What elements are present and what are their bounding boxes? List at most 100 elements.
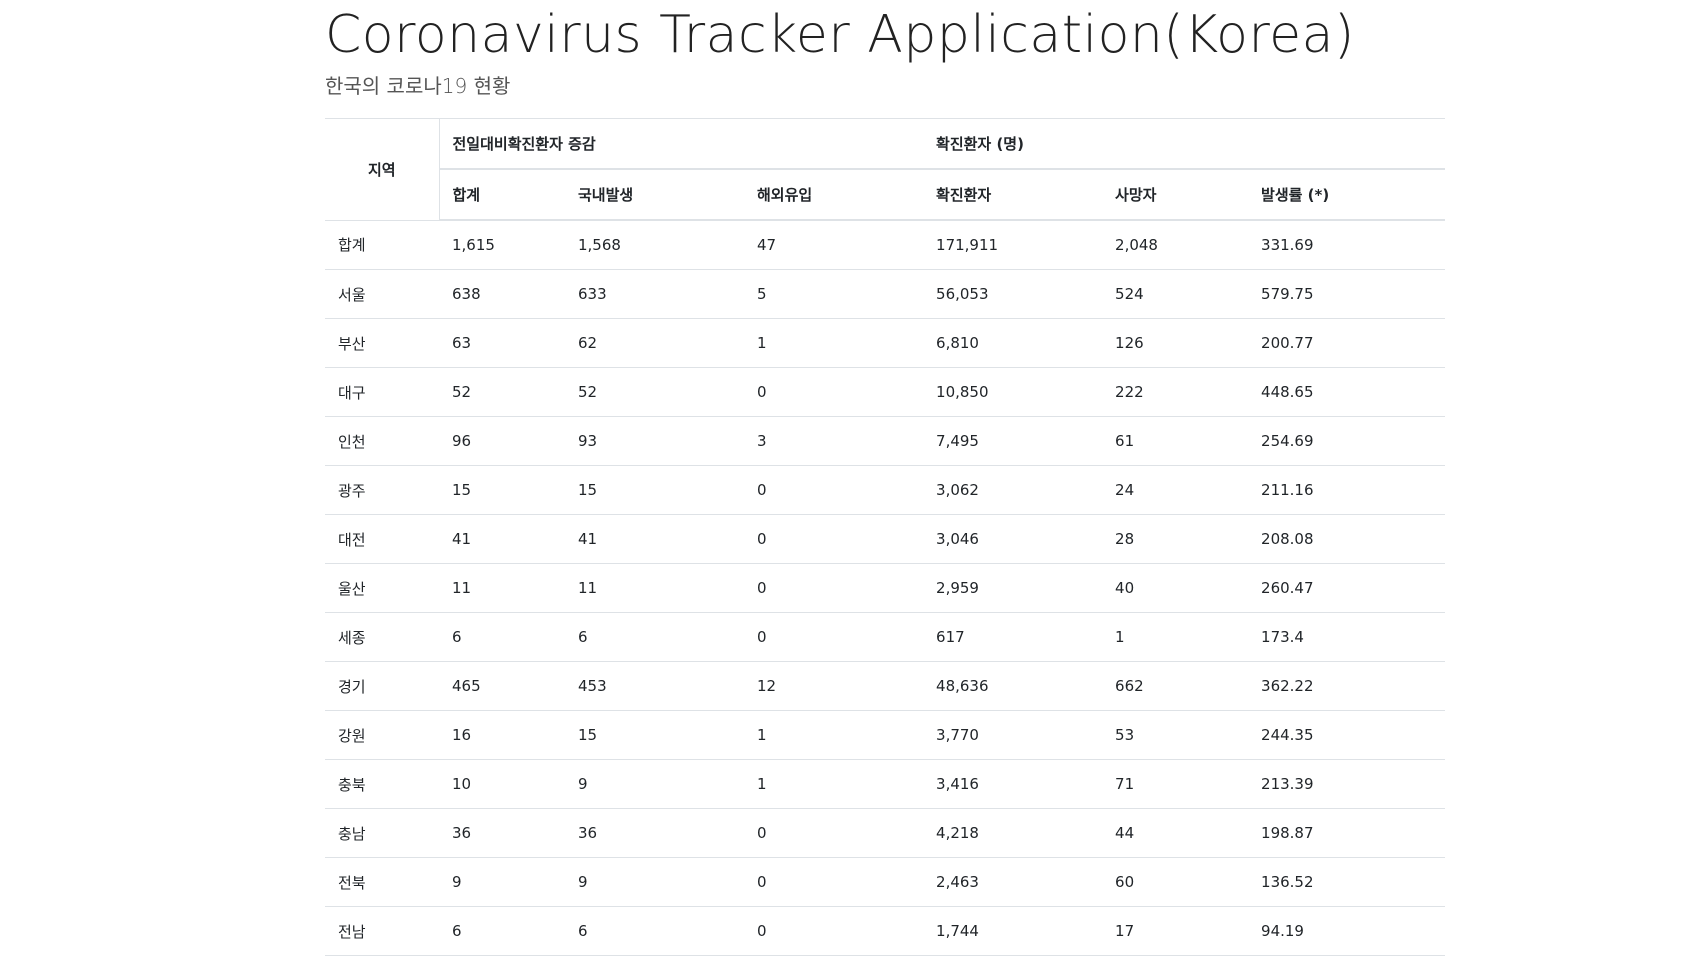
cell-confirmed: 2,463 bbox=[923, 857, 1103, 907]
covid-stats-table: 지역 전일대비확진환자 증감 확진환자 (명) 합계 국내발생 해외유입 확진환… bbox=[325, 118, 1446, 956]
cell-total: 41 bbox=[439, 514, 565, 564]
cell-overseas: 3 bbox=[744, 416, 924, 466]
column-header-deaths: 사망자 bbox=[1102, 168, 1249, 221]
cell-domestic: 453 bbox=[565, 661, 744, 711]
cell-deaths: 61 bbox=[1102, 416, 1249, 466]
column-header-overseas: 해외유입 bbox=[744, 168, 924, 221]
table-row: 경기 465 453 12 48,636 662 362.22 bbox=[325, 661, 1446, 711]
cell-overseas: 0 bbox=[744, 906, 924, 956]
table-row: 광주 15 15 0 3,062 24 211.16 bbox=[325, 465, 1446, 515]
cell-domestic: 93 bbox=[565, 416, 744, 466]
page-title: Coronavirus Tracker Application(Korea) bbox=[325, 5, 1355, 65]
cell-overseas: 0 bbox=[744, 857, 924, 907]
cell-total: 52 bbox=[439, 367, 565, 417]
cell-total: 36 bbox=[439, 808, 565, 858]
cell-region: 세종 bbox=[325, 612, 439, 662]
cell-total: 11 bbox=[439, 563, 565, 613]
column-header-total: 합계 bbox=[439, 168, 565, 221]
cell-domestic: 9 bbox=[565, 759, 744, 809]
header-column-row: 합계 국내발생 해외유입 확진환자 사망자 발생률 (*) bbox=[325, 168, 1446, 221]
cell-total: 9 bbox=[439, 857, 565, 907]
cell-overseas: 12 bbox=[744, 661, 924, 711]
cell-domestic: 36 bbox=[565, 808, 744, 858]
cell-region: 경기 bbox=[325, 661, 439, 711]
cell-overseas: 0 bbox=[744, 367, 924, 417]
cell-incidence: 211.16 bbox=[1248, 465, 1446, 515]
table-row: 부산 63 62 1 6,810 126 200.77 bbox=[325, 318, 1446, 368]
cell-incidence: 260.47 bbox=[1248, 563, 1446, 613]
cell-domestic: 15 bbox=[565, 465, 744, 515]
cell-region: 서울 bbox=[325, 269, 439, 319]
cell-incidence: 362.22 bbox=[1248, 661, 1446, 711]
cell-deaths: 524 bbox=[1102, 269, 1249, 319]
column-header-domestic: 국내발생 bbox=[565, 168, 744, 221]
cell-deaths: 17 bbox=[1102, 906, 1249, 956]
cell-deaths: 40 bbox=[1102, 563, 1249, 613]
cell-deaths: 2,048 bbox=[1102, 219, 1249, 270]
cell-confirmed: 3,770 bbox=[923, 710, 1103, 760]
cell-domestic: 1,568 bbox=[565, 219, 744, 270]
cell-total: 465 bbox=[439, 661, 565, 711]
cell-region: 광주 bbox=[325, 465, 439, 515]
cell-domestic: 633 bbox=[565, 269, 744, 319]
cell-region: 대구 bbox=[325, 367, 439, 417]
cell-confirmed: 617 bbox=[923, 612, 1103, 662]
cell-domestic: 52 bbox=[565, 367, 744, 417]
table-header: 지역 전일대비확진환자 증감 확진환자 (명) 합계 국내발생 해외유입 확진환… bbox=[325, 118, 1446, 221]
page-subtitle: 한국의 코로나19 현황 bbox=[325, 74, 511, 98]
cell-deaths: 24 bbox=[1102, 465, 1249, 515]
cell-incidence: 198.87 bbox=[1248, 808, 1446, 858]
cell-confirmed: 3,416 bbox=[923, 759, 1103, 809]
daily-change-header: 전일대비확진환자 증감 bbox=[439, 118, 924, 169]
cell-domestic: 6 bbox=[565, 612, 744, 662]
cell-overseas: 0 bbox=[744, 514, 924, 564]
region-header: 지역 bbox=[325, 118, 440, 220]
table-row: 서울 638 633 5 56,053 524 579.75 bbox=[325, 269, 1446, 319]
cell-incidence: 200.77 bbox=[1248, 318, 1446, 368]
cell-region: 부산 bbox=[325, 318, 439, 368]
cell-confirmed: 3,046 bbox=[923, 514, 1103, 564]
table-row: 충북 10 9 1 3,416 71 213.39 bbox=[325, 759, 1446, 809]
cell-deaths: 44 bbox=[1102, 808, 1249, 858]
confirmed-header: 확진환자 (명) bbox=[923, 118, 1446, 169]
cell-region: 인천 bbox=[325, 416, 439, 466]
cell-region: 합계 bbox=[325, 219, 439, 270]
cell-domestic: 41 bbox=[565, 514, 744, 564]
column-header-confirmed: 확진환자 bbox=[923, 168, 1103, 221]
cell-region: 전남 bbox=[325, 906, 439, 956]
cell-region: 전북 bbox=[325, 857, 439, 907]
cell-region: 대전 bbox=[325, 514, 439, 564]
cell-region: 충남 bbox=[325, 808, 439, 858]
cell-deaths: 60 bbox=[1102, 857, 1249, 907]
table-row: 충남 36 36 0 4,218 44 198.87 bbox=[325, 808, 1446, 858]
cell-incidence: 208.08 bbox=[1248, 514, 1446, 564]
cell-deaths: 222 bbox=[1102, 367, 1249, 417]
table-row: 울산 11 11 0 2,959 40 260.47 bbox=[325, 563, 1446, 613]
cell-total: 63 bbox=[439, 318, 565, 368]
cell-region: 강원 bbox=[325, 710, 439, 760]
cell-confirmed: 1,744 bbox=[923, 906, 1103, 956]
cell-domestic: 9 bbox=[565, 857, 744, 907]
column-header-incidence: 발생률 (*) bbox=[1248, 168, 1446, 221]
cell-overseas: 1 bbox=[744, 759, 924, 809]
cell-overseas: 1 bbox=[744, 710, 924, 760]
cell-confirmed: 171,911 bbox=[923, 219, 1103, 270]
cell-incidence: 579.75 bbox=[1248, 269, 1446, 319]
cell-overseas: 0 bbox=[744, 563, 924, 613]
cell-total: 10 bbox=[439, 759, 565, 809]
table-row: 합계 1,615 1,568 47 171,911 2,048 331.69 bbox=[325, 219, 1446, 270]
cell-deaths: 662 bbox=[1102, 661, 1249, 711]
cell-region: 울산 bbox=[325, 563, 439, 613]
cell-domestic: 11 bbox=[565, 563, 744, 613]
cell-total: 6 bbox=[439, 906, 565, 956]
cell-incidence: 173.4 bbox=[1248, 612, 1446, 662]
table-row: 세종 6 6 0 617 1 173.4 bbox=[325, 612, 1446, 662]
cell-domestic: 6 bbox=[565, 906, 744, 956]
cell-incidence: 254.69 bbox=[1248, 416, 1446, 466]
table-row: 전남 6 6 0 1,744 17 94.19 bbox=[325, 906, 1446, 956]
cell-overseas: 47 bbox=[744, 219, 924, 270]
cell-confirmed: 2,959 bbox=[923, 563, 1103, 613]
cell-total: 638 bbox=[439, 269, 565, 319]
cell-confirmed: 3,062 bbox=[923, 465, 1103, 515]
cell-overseas: 1 bbox=[744, 318, 924, 368]
